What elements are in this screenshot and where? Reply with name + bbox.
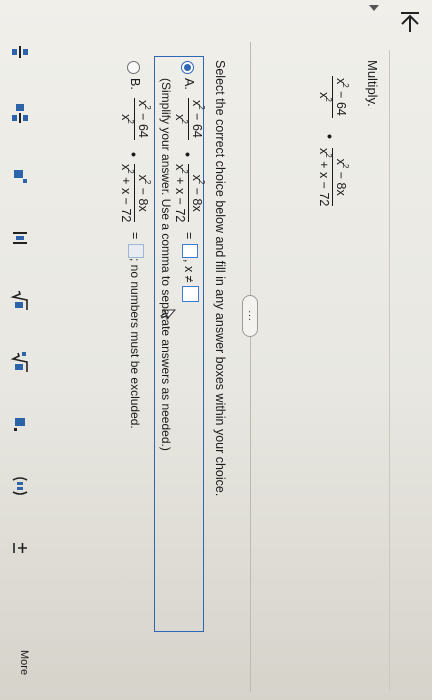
fraction-numerator: x2 − 64	[332, 76, 350, 118]
absolute-value-icon	[13, 232, 27, 244]
collapse-panel-icon[interactable]	[368, 4, 380, 12]
fraction-denominator: x2	[119, 114, 135, 124]
choice-b-fraction-2: x2 − 8x x2 + x − 72	[119, 164, 152, 223]
restriction-label: , x ≠	[182, 259, 196, 283]
plus-minus-tool-button[interactable]	[10, 536, 30, 560]
multiply-dot: •	[322, 134, 338, 139]
instruction-text: Select the correct choice below and fill…	[213, 60, 227, 497]
equals-sign: =	[128, 232, 142, 240]
fraction-numerator: x2 − 8x	[188, 164, 206, 223]
fraction-denominator: x2	[173, 114, 189, 124]
fraction-numerator: x2 − 64	[134, 98, 152, 140]
equals-sign: =	[182, 232, 196, 240]
choice-b-letter: B.	[128, 78, 142, 90]
fraction-numerator: x2 − 8x	[134, 164, 152, 223]
absolute-value-tool-button[interactable]	[10, 226, 30, 250]
more-tools-button[interactable]: More	[18, 650, 30, 675]
choice-a-excluded-values-box[interactable]	[182, 286, 199, 302]
choice-a-letter: A.	[182, 78, 196, 90]
fraction-denominator: x2	[317, 92, 333, 102]
back-to-start-icon[interactable]	[398, 10, 422, 36]
fraction-icon	[12, 46, 28, 58]
choice-a-answer-box[interactable]	[182, 244, 198, 258]
choice-a-radio[interactable]	[181, 61, 194, 74]
problem-fraction-1: x2 − 64 x2	[317, 76, 350, 118]
multiply-dot: •	[180, 152, 196, 157]
content-canvas: Multiply. x2 − 64 x2 • x2 − 8x x2 + x − …	[0, 0, 432, 700]
square-root-icon	[10, 290, 28, 310]
mixed-number-icon	[12, 104, 28, 123]
screen: Multiply. x2 − 64 x2 • x2 − 8x x2 + x − …	[0, 0, 432, 700]
fraction-denominator: x2 + x − 72	[317, 148, 333, 207]
fraction-denominator: x2 + x − 72	[119, 164, 135, 223]
mixed-number-tool-button[interactable]	[10, 102, 30, 126]
fraction-tool-button[interactable]	[10, 40, 30, 64]
plus-minus-icon	[13, 543, 27, 553]
choice-a-fraction-2: x2 − 8x x2 + x − 72	[173, 164, 206, 223]
prompt-text: Multiply.	[365, 60, 380, 107]
interval-tool-button[interactable]	[10, 474, 30, 498]
choice-a-note: (Simplify your answer. Use a comma to se…	[159, 78, 173, 451]
decimal-icon	[14, 418, 25, 431]
section-divider	[250, 42, 251, 692]
choice-b-fraction-1: x2 − 64 x2	[119, 98, 152, 140]
fraction-numerator: x2 − 64	[188, 98, 206, 140]
expand-more-button[interactable]: ...	[242, 295, 258, 337]
choice-b-radio[interactable]	[127, 61, 140, 74]
square-root-tool-button[interactable]	[10, 288, 30, 312]
exponent-icon	[14, 170, 27, 183]
interval-icon	[12, 477, 28, 495]
nth-root-icon	[10, 352, 28, 372]
problem-fraction-2: x2 − 8x x2 + x − 72	[317, 148, 350, 207]
exponent-tool-button[interactable]	[10, 164, 30, 188]
fraction-numerator: x2 − 8x	[332, 148, 350, 207]
decimal-tool-button[interactable]	[10, 412, 30, 436]
header-divider	[389, 50, 390, 690]
choice-a-fraction-1: x2 − 64 x2	[173, 98, 206, 140]
choice-b-note: ; no numbers must be excluded.	[128, 258, 142, 429]
nth-root-tool-button[interactable]	[10, 350, 30, 374]
multiply-dot: •	[126, 152, 142, 157]
fraction-denominator: x2 + x − 72	[173, 164, 189, 223]
choice-b-answer-box[interactable]	[128, 244, 144, 258]
